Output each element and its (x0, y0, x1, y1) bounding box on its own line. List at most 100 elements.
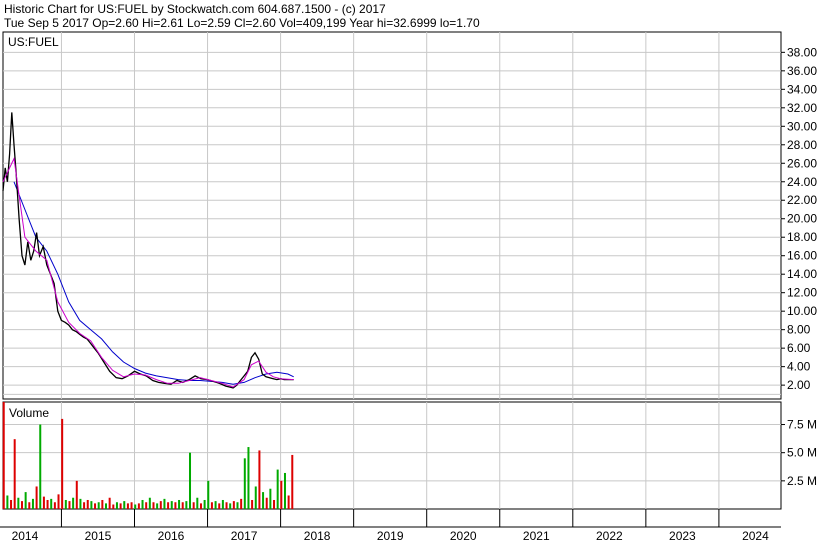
volume-bar (101, 499, 104, 509)
volume-bar (17, 497, 20, 509)
volume-bar (232, 501, 235, 509)
volume-bar (53, 502, 56, 509)
volume-bar (90, 501, 93, 509)
volume-bar (163, 498, 166, 509)
price-y-tick-label: 14.00 (787, 267, 817, 281)
volume-bar (280, 480, 283, 509)
volume-bar (145, 502, 148, 509)
x-tick-label: 2018 (304, 529, 331, 543)
volume-bar (64, 499, 67, 509)
price-y-tick-label: 34.00 (787, 82, 817, 96)
volume-bar (243, 458, 246, 509)
volume-bar (170, 501, 173, 509)
volume-bar (254, 486, 257, 509)
price-y-tick-label: 8.00 (787, 323, 811, 337)
volume-bar (221, 499, 224, 509)
volume-bar (134, 504, 137, 509)
volume-bar (35, 486, 38, 509)
volume-bar (196, 497, 199, 509)
x-tick-label: 2015 (85, 529, 112, 543)
volume-bar (178, 499, 181, 509)
x-tick-label: 2016 (158, 529, 185, 543)
volume-bar (189, 452, 192, 509)
volume-bar (225, 502, 228, 509)
volume-y-tick-label: 5.0 M (787, 446, 817, 460)
volume-bar (156, 503, 159, 509)
volume-y-tick-label: 2.5 M (787, 474, 817, 488)
volume-bar (6, 495, 9, 509)
volume-bar (13, 439, 16, 509)
price-legend: US:FUEL (8, 35, 59, 49)
x-tick-label: 2014 (12, 529, 39, 543)
x-tick-label: 2022 (596, 529, 623, 543)
volume-bar (75, 480, 78, 509)
volume-bar (283, 472, 286, 509)
volume-bar (108, 497, 111, 509)
volume-bar (68, 501, 71, 509)
volume-bar (276, 469, 279, 509)
volume-bar (214, 501, 217, 509)
volume-bar (203, 499, 206, 509)
price-y-tick-label: 10.00 (787, 304, 817, 318)
volume-bar (46, 499, 49, 509)
volume-bar (273, 499, 276, 509)
price-y-tick-label: 28.00 (787, 138, 817, 152)
volume-bar (97, 502, 100, 509)
volume-bar (130, 502, 133, 509)
volume-bar (192, 502, 195, 509)
x-tick-label: 2020 (450, 529, 477, 543)
price-y-tick-label: 4.00 (787, 360, 811, 374)
volume-bar (137, 503, 140, 509)
volume-bar (50, 498, 53, 509)
volume-bar (240, 498, 243, 509)
price-y-axis: 2.00 4.00 6.00 8.00 10.00 12.00 14.00 16.00 18.0… (781, 45, 817, 392)
volume-bar (39, 424, 42, 509)
volume-bar (94, 503, 97, 509)
price-y-tick-label: 6.00 (787, 341, 811, 355)
price-volume-chart: 2.00 4.00 6.00 8.00 10.00 12.00 14.00 16.00 18.0… (0, 31, 817, 543)
volume-bar (72, 497, 75, 509)
volume-bar (247, 447, 250, 509)
volume-bar (258, 450, 261, 509)
price-y-tick-label: 16.00 (787, 249, 817, 263)
volume-bar (115, 502, 118, 509)
volume-bar (57, 494, 60, 509)
volume-bar (79, 498, 82, 509)
volume-bar (159, 501, 162, 509)
volume-bar (83, 502, 86, 509)
price-y-tick-label: 32.00 (787, 101, 817, 115)
price-y-tick-label: 30.00 (787, 119, 817, 133)
x-tick-label: 2023 (669, 529, 696, 543)
volume-bar (126, 503, 129, 509)
volume-bar (148, 497, 151, 509)
volume-panel (2, 401, 782, 510)
volume-bar (123, 501, 126, 509)
price-y-tick-label: 24.00 (787, 175, 817, 189)
price-y-tick-label: 38.00 (787, 45, 817, 59)
price-panel (2, 31, 782, 400)
price-y-tick-label: 18.00 (787, 230, 817, 244)
volume-bar (265, 497, 268, 509)
volume-bar (269, 488, 272, 509)
volume-bar (152, 502, 155, 509)
volume-bar (287, 495, 290, 509)
price-y-tick-label: 22.00 (787, 193, 817, 207)
x-tick-label: 2021 (523, 529, 550, 543)
volume-bar (291, 454, 294, 509)
volume-bar (119, 503, 122, 509)
volume-bar (28, 502, 31, 509)
volume-legend: Volume (9, 406, 49, 420)
volume-bar (31, 498, 34, 509)
volume-bar (236, 502, 239, 509)
volume-y-axis: 2.5 M 5.0 M 7.5 M (781, 418, 817, 488)
price-y-tick-label: 36.00 (787, 64, 817, 78)
volume-bar (199, 503, 202, 509)
x-tick-label: 2017 (231, 529, 258, 543)
volume-bar (86, 499, 89, 509)
x-tick-label: 2024 (742, 529, 769, 543)
volume-bar (42, 496, 45, 509)
volume-bar (2, 402, 5, 509)
volume-bar (20, 501, 23, 509)
volume-bar (167, 502, 170, 509)
price-y-tick-label: 20.00 (787, 212, 817, 226)
